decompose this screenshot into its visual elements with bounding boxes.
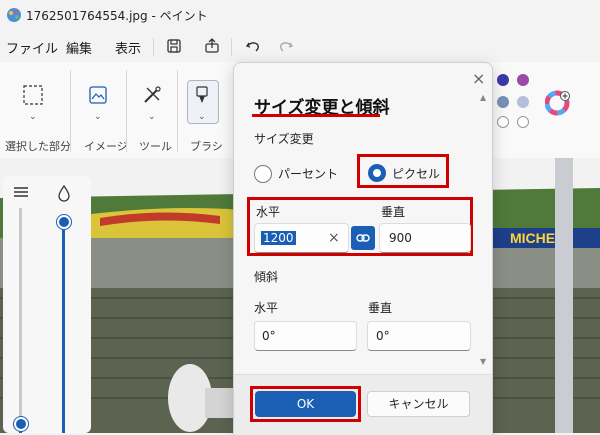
skew-horizontal-value: 0° (262, 329, 276, 343)
color-swatch[interactable] (497, 116, 509, 128)
undo-icon[interactable] (243, 36, 263, 56)
ribbon-divider (126, 70, 127, 152)
pixel-radio[interactable] (368, 164, 386, 182)
ribbon-brushes-label: ブラシ (190, 140, 223, 153)
clear-icon[interactable]: × (328, 230, 340, 246)
brush-size-thumb[interactable] (14, 417, 28, 431)
menu-divider (231, 38, 232, 56)
brush-size-slider[interactable] (19, 208, 22, 433)
opacity-thumb[interactable] (57, 215, 71, 229)
image-icon[interactable] (87, 84, 109, 106)
color-swatch[interactable] (517, 74, 529, 86)
skew-vertical-label: 垂直 (368, 301, 393, 315)
color-swatch[interactable] (497, 74, 509, 86)
close-icon[interactable]: × (472, 69, 485, 88)
opacity-icon (58, 184, 70, 202)
ribbon-divider (70, 70, 71, 152)
cancel-button[interactable]: キャンセル (367, 391, 470, 417)
menu-edit[interactable]: 編集 (66, 38, 92, 57)
menu-file[interactable]: ファイル (6, 38, 58, 57)
skew-vertical-value: 0° (376, 329, 390, 343)
scroll-down-icon[interactable]: ▼ (480, 357, 486, 366)
chevron-down-icon[interactable]: ⌄ (94, 112, 102, 122)
color-swatch[interactable] (517, 96, 529, 108)
chevron-down-icon[interactable]: ⌄ (198, 112, 206, 122)
skew-section-label: 傾斜 (254, 270, 279, 284)
ribbon-tools-label: ツール (139, 140, 172, 153)
horizontal-label: 水平 (256, 205, 281, 219)
pixel-label[interactable]: ピクセル (392, 165, 440, 182)
menu-view[interactable]: 表示 (115, 38, 141, 57)
selection-icon[interactable] (22, 84, 44, 106)
brush-size-icon (14, 187, 28, 197)
percent-radio[interactable] (254, 165, 272, 183)
chevron-down-icon[interactable]: ⌄ (148, 112, 156, 122)
paint-app-icon (7, 8, 21, 22)
scroll-up-icon[interactable]: ▲ (480, 93, 486, 102)
link-icon (356, 234, 370, 242)
color-swatch[interactable] (517, 116, 529, 128)
horizontal-size-value: 1200 (261, 231, 296, 245)
color-picker-icon[interactable] (545, 90, 571, 116)
share-icon[interactable] (202, 36, 222, 56)
opacity-slider[interactable] (62, 222, 65, 433)
save-icon[interactable] (164, 36, 184, 56)
ok-button[interactable]: OK (255, 391, 356, 417)
window-title: 1762501764554.jpg - ペイント (26, 9, 208, 23)
resize-section-label: サイズ変更 (254, 132, 314, 146)
ribbon-selection-label: 選択した部分 (5, 140, 71, 153)
vertical-label: 垂直 (381, 205, 406, 219)
color-swatch[interactable] (497, 96, 509, 108)
skew-horizontal-label: 水平 (254, 301, 279, 315)
menu-bar: ファイル 編集 表示 (0, 30, 600, 62)
percent-label[interactable]: パーセント (278, 165, 338, 182)
resize-skew-dialog: × サイズ変更と傾斜 ▲ ▼ サイズ変更 パーセント ピクセル 水平 垂直 12… (233, 62, 493, 435)
menu-divider (153, 38, 154, 56)
brush-icon (196, 86, 208, 103)
title-underline (252, 114, 380, 117)
chevron-down-icon[interactable]: ⌄ (29, 112, 37, 122)
title-bar: 1762501764554.jpg - ペイント (0, 0, 600, 30)
vertical-size-value: 900 (389, 231, 412, 245)
ribbon-image-label: イメージ (84, 140, 128, 153)
tools-icon[interactable] (141, 84, 163, 106)
ribbon-divider (177, 70, 178, 152)
brush-settings-panel (3, 176, 91, 433)
redo-icon[interactable] (276, 36, 296, 56)
